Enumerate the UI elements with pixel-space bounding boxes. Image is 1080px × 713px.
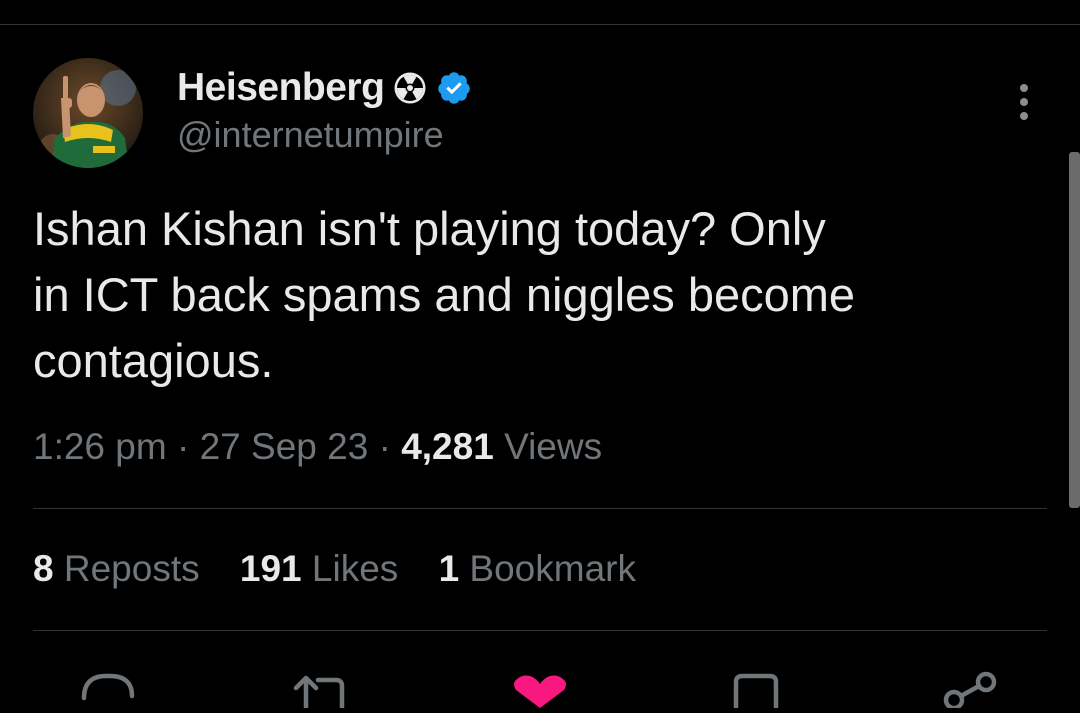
likes-count: 191	[239, 548, 302, 589]
divider	[33, 630, 1047, 631]
bookmarks-stat[interactable]: 1 Bookmark	[439, 548, 636, 589]
author-name-row[interactable]: Heisenberg	[177, 63, 472, 113]
share-button[interactable]	[940, 668, 1000, 711]
tweet-meta: 1:26 pm · 27 Sep 23 · 4,281 Views	[33, 426, 602, 468]
avatar-photo	[33, 58, 143, 168]
bookmarks-count: 1	[438, 548, 460, 589]
verified-icon	[436, 70, 472, 106]
repost-button[interactable]	[288, 668, 348, 711]
meta-separator: ·	[176, 426, 190, 467]
divider	[33, 508, 1047, 509]
reply-icon	[81, 673, 135, 701]
more-vertical-icon	[1020, 84, 1028, 120]
more-options-button[interactable]	[1006, 82, 1042, 122]
bookmark-button[interactable]	[726, 668, 786, 711]
reposts-count: 8	[33, 548, 54, 589]
bookmark-icon	[733, 673, 779, 711]
meta-separator: ·	[378, 426, 391, 467]
tweet-time[interactable]: 1:26 pm	[33, 426, 167, 467]
radiation-icon	[392, 70, 428, 106]
views-count: 4,281	[401, 426, 494, 467]
like-button[interactable]	[510, 668, 570, 708]
views-label: Views	[504, 426, 603, 467]
engagement-stats: 8 Reposts 191 Likes 1 Bookmark	[33, 548, 666, 590]
top-divider	[0, 24, 1080, 25]
share-icon	[943, 671, 997, 711]
like-icon	[514, 675, 566, 708]
author-handle[interactable]: @internetumpire	[177, 114, 444, 156]
reposts-stat[interactable]: 8 Reposts	[33, 548, 200, 589]
likes-stat[interactable]: 191 Likes	[240, 548, 398, 589]
display-name[interactable]: Heisenberg	[177, 66, 385, 110]
tweet-date[interactable]: 27 Sep 23	[200, 426, 369, 467]
likes-label: Likes	[311, 548, 399, 589]
scrollbar[interactable]	[1069, 152, 1080, 508]
avatar[interactable]	[33, 58, 143, 168]
bookmarks-label: Bookmark	[469, 548, 636, 589]
repost-icon	[293, 675, 345, 711]
tweet-text: Ishan Kishan isn't playing today? Only i…	[33, 202, 856, 387]
reposts-label: Reposts	[63, 548, 200, 589]
reply-button[interactable]	[78, 668, 138, 708]
